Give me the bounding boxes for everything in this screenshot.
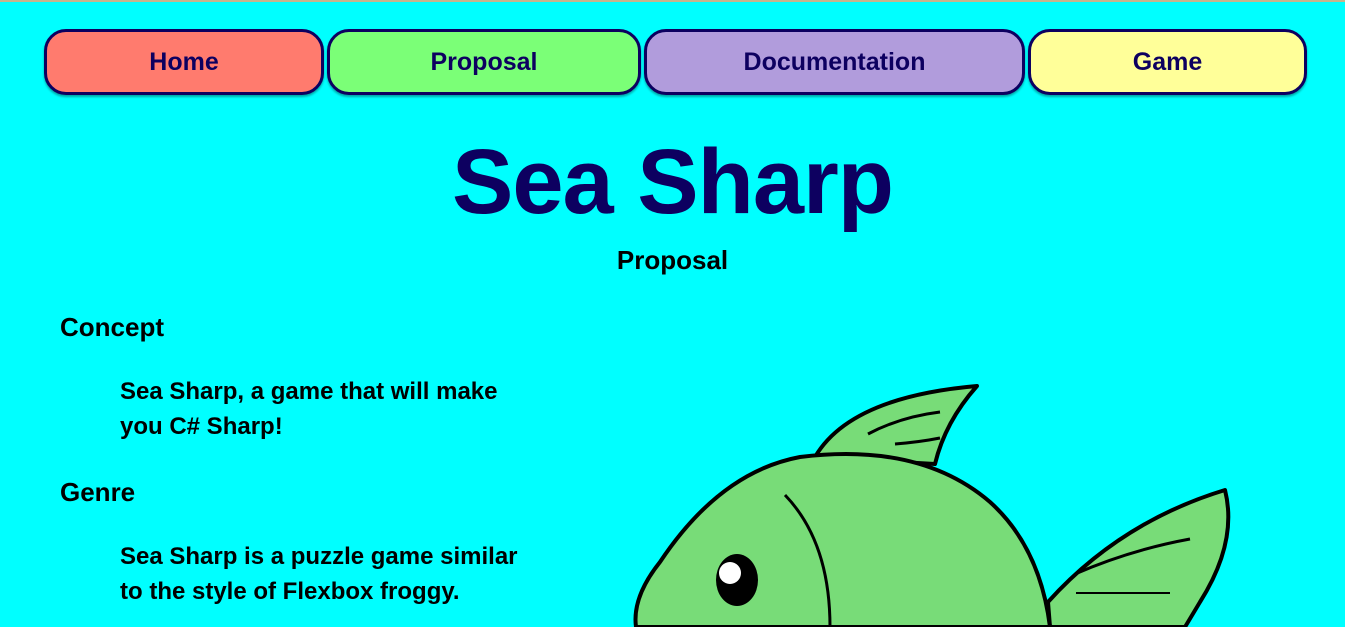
fish-illustration-icon — [633, 384, 1231, 627]
